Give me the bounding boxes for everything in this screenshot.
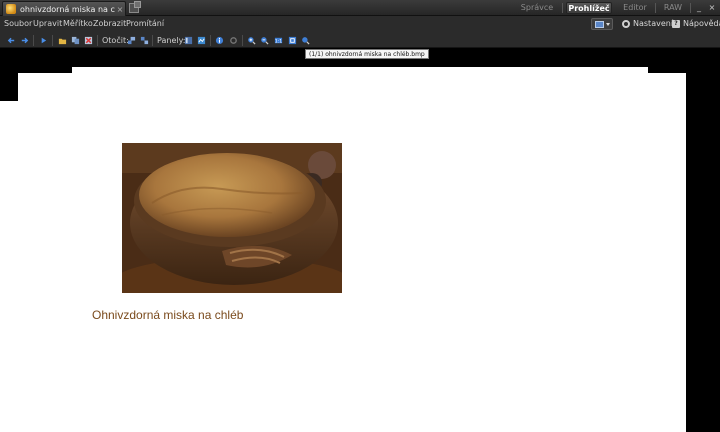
open-folder-icon[interactable] (58, 36, 67, 45)
toolbar-separator (97, 35, 98, 46)
forward-arrow-icon[interactable] (20, 36, 29, 45)
mode-prohlizec[interactable]: Prohlížeč (566, 2, 612, 14)
help-label: Nápověda (683, 19, 720, 28)
close-window-button[interactable]: × (707, 3, 717, 13)
mode-spravce[interactable]: Správce (517, 2, 557, 14)
zoom-search-icon[interactable] (301, 36, 310, 45)
chevron-down-icon (606, 23, 610, 26)
new-window-icon[interactable] (129, 1, 141, 13)
menu-promitani[interactable]: Promítání (126, 19, 164, 29)
fit-to-window-icon[interactable] (288, 36, 297, 45)
filename-tooltip: (1/1) ohnivzdorná miska na chléb.bmp (305, 49, 429, 59)
bread-dish-photo (122, 143, 342, 293)
play-icon[interactable] (39, 36, 48, 45)
panels-label: Panely: (157, 36, 186, 45)
zoom-in-icon[interactable] (247, 36, 256, 45)
zoom-out-icon[interactable] (260, 36, 269, 45)
help-link[interactable]: ? Nápověda (672, 19, 720, 29)
toolbar-separator (33, 35, 34, 46)
menu-soubor[interactable]: Soubor (4, 19, 32, 29)
rotate-label: Otočit: (102, 36, 129, 45)
info-icon[interactable] (215, 36, 224, 45)
menu-upravit[interactable]: Upravit (33, 19, 62, 29)
app-icon (6, 4, 16, 14)
rotate-left-icon[interactable] (127, 36, 136, 45)
mode-separator (655, 3, 656, 13)
toolbar-separator (52, 35, 53, 46)
document-page (0, 101, 686, 432)
menu-meritko[interactable]: Měřítko (63, 19, 93, 29)
image-view-dropdown[interactable] (591, 18, 613, 30)
toolbar-separator (242, 35, 243, 46)
help-icon: ? (672, 20, 680, 28)
image-icon (595, 21, 604, 28)
actual-size-icon[interactable]: 1:1 (274, 36, 283, 45)
delete-icon[interactable] (84, 36, 93, 45)
tab-close-icon[interactable]: × (115, 5, 125, 14)
panel-layout-icon[interactable] (184, 36, 193, 45)
panel-info-icon[interactable] (197, 36, 206, 45)
mode-raw[interactable]: RAW (658, 2, 688, 14)
svg-text:1:1: 1:1 (275, 38, 282, 44)
toolbar: Otočit: Panely: 1:1 (0, 32, 720, 48)
menu-bar: Soubor Upravit Měřítko Zobrazit Promítán… (0, 16, 720, 32)
tab-title: ohnivzdorná miska na ch... (20, 4, 115, 14)
menu-zobrazit[interactable]: Zobrazit (93, 19, 126, 29)
back-arrow-icon[interactable] (7, 36, 16, 45)
settings-label: Nastavení (633, 19, 674, 28)
gear-icon (622, 20, 630, 28)
toolbar-separator (152, 35, 153, 46)
settings-cog-icon[interactable] (229, 36, 238, 45)
mode-separator (562, 3, 563, 13)
image-caption: Ohnivzdorná miska na chléb (92, 308, 244, 322)
title-bar: ohnivzdorná miska na ch... × Správce Pro… (0, 0, 720, 16)
settings-link[interactable]: Nastavení (622, 19, 673, 29)
mode-editor[interactable]: Editor (618, 2, 652, 14)
toolbar-separator (210, 35, 211, 46)
minimize-button[interactable]: _ (694, 3, 704, 13)
mode-separator (690, 3, 691, 13)
document-page-band (18, 73, 686, 101)
rotate-right-icon[interactable] (140, 36, 149, 45)
document-tab[interactable]: ohnivzdorná miska na ch... × (2, 1, 126, 16)
copy-icon[interactable] (71, 36, 80, 45)
